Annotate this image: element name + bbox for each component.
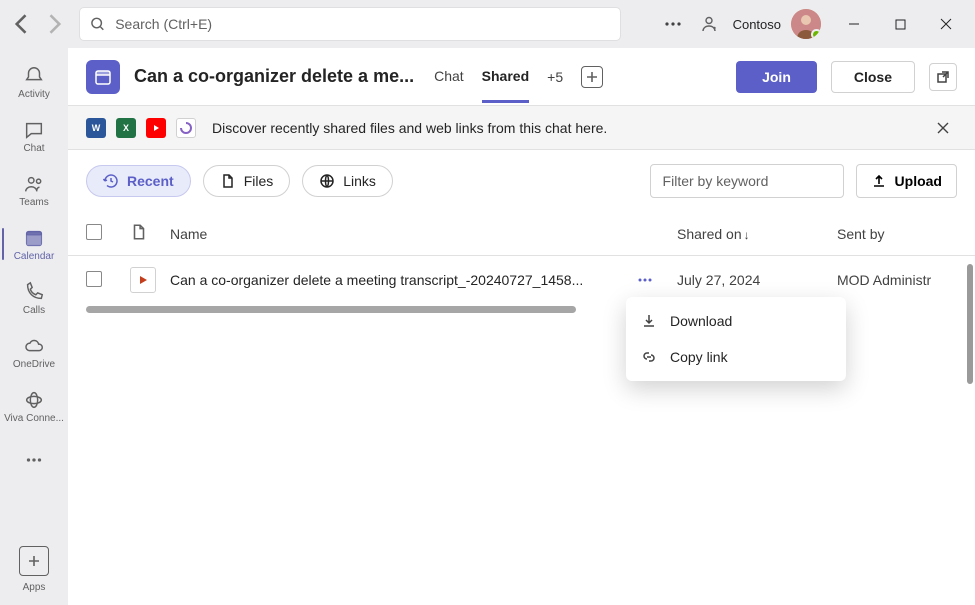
pill-links[interactable]: Links	[302, 165, 393, 197]
rail-calendar[interactable]: Calendar	[2, 218, 66, 270]
more-icon[interactable]	[657, 8, 689, 40]
table-header: Name Shared on↓ Sent by	[68, 212, 975, 256]
rail-onedrive[interactable]: OneDrive	[2, 326, 66, 378]
rail-calls[interactable]: Calls	[2, 272, 66, 324]
file-name: Can a co-organizer delete a meeting tran…	[170, 272, 631, 288]
close-button[interactable]: Close	[831, 61, 915, 93]
files-table: Name Shared on↓ Sent by Can a co-organiz…	[68, 212, 975, 605]
rail-label: Calls	[23, 305, 45, 316]
col-sent-by[interactable]: Sent by	[837, 226, 957, 242]
search-icon	[90, 16, 105, 32]
select-all-checkbox[interactable]	[86, 224, 102, 240]
presence-available-icon	[811, 29, 821, 39]
calendar-badge-icon	[86, 60, 120, 94]
pill-label: Files	[244, 173, 274, 189]
chat-header: Can a co-organizer delete a me... Chat S…	[68, 48, 975, 106]
app-rail: Activity Chat Teams Calendar Calls OneDr…	[0, 48, 68, 605]
rail-apps-button[interactable]	[19, 546, 49, 576]
rail-viva[interactable]: Viva Conne...	[2, 380, 66, 432]
avatar[interactable]	[791, 9, 821, 39]
window-maximize-button[interactable]	[879, 8, 921, 40]
menu-copy-link[interactable]: Copy link	[626, 339, 846, 375]
rail-apps-label: Apps	[23, 582, 46, 593]
col-shared-on[interactable]: Shared on↓	[677, 226, 837, 242]
rail-label: Viva Conne...	[4, 413, 64, 424]
banner-text: Discover recently shared files and web l…	[212, 120, 607, 136]
people-icon[interactable]	[693, 8, 725, 40]
upload-icon	[871, 173, 887, 189]
rail-label: Calendar	[14, 251, 55, 262]
youtube-icon	[146, 118, 166, 138]
col-name[interactable]: Name	[170, 226, 631, 242]
row-checkbox[interactable]	[86, 271, 102, 287]
pill-label: Links	[343, 173, 376, 189]
vertical-scrollbar[interactable]	[967, 264, 973, 384]
chat-title: Can a co-organizer delete a me...	[134, 66, 414, 87]
rail-label: Teams	[19, 197, 48, 208]
word-icon: W	[86, 118, 106, 138]
loop-icon	[176, 118, 196, 138]
nav-forward-button[interactable]	[40, 10, 68, 38]
window-minimize-button[interactable]	[833, 8, 875, 40]
banner-close-button[interactable]	[929, 114, 957, 142]
popout-icon[interactable]	[929, 63, 957, 91]
menu-download[interactable]: Download	[626, 303, 846, 339]
rail-label: Chat	[23, 143, 44, 154]
tab-shared[interactable]: Shared	[482, 50, 529, 103]
excel-icon: X	[116, 118, 136, 138]
pill-recent[interactable]: Recent	[86, 165, 191, 197]
window-close-button[interactable]	[925, 8, 967, 40]
title-bar: Contoso	[0, 0, 975, 48]
sent-by-value: MOD Administr	[837, 272, 957, 288]
rail-activity[interactable]: Activity	[2, 56, 66, 108]
menu-label: Copy link	[670, 349, 728, 365]
file-type-icon	[130, 223, 148, 241]
shared-on-value: July 27, 2024	[677, 272, 837, 288]
upload-label: Upload	[895, 173, 942, 189]
filter-input[interactable]	[650, 164, 844, 198]
sort-desc-icon: ↓	[744, 228, 750, 242]
row-more-button[interactable]	[631, 266, 659, 294]
filter-row: Recent Files Links Upload	[68, 150, 975, 212]
rail-label: Activity	[18, 89, 50, 100]
upload-button[interactable]: Upload	[856, 164, 957, 198]
pill-files[interactable]: Files	[203, 165, 291, 197]
tabs-overflow-count[interactable]: +5	[547, 69, 563, 85]
video-file-icon	[130, 267, 156, 293]
context-menu: Download Copy link	[626, 297, 846, 381]
menu-label: Download	[670, 313, 732, 329]
rail-teams[interactable]: Teams	[2, 164, 66, 216]
rail-chat[interactable]: Chat	[2, 110, 66, 162]
search-input[interactable]	[115, 16, 610, 32]
join-button[interactable]: Join	[736, 61, 817, 93]
add-tab-button[interactable]	[581, 66, 603, 88]
horizontal-scrollbar[interactable]	[86, 306, 576, 313]
tab-chat[interactable]: Chat	[434, 50, 464, 103]
tenant-name: Contoso	[733, 17, 781, 32]
pill-label: Recent	[127, 173, 174, 189]
rail-more[interactable]	[2, 434, 66, 486]
nav-back-button[interactable]	[8, 10, 36, 38]
info-banner: W X Discover recently shared files and w…	[68, 106, 975, 150]
rail-label: OneDrive	[13, 359, 55, 370]
search-box[interactable]	[80, 8, 620, 40]
